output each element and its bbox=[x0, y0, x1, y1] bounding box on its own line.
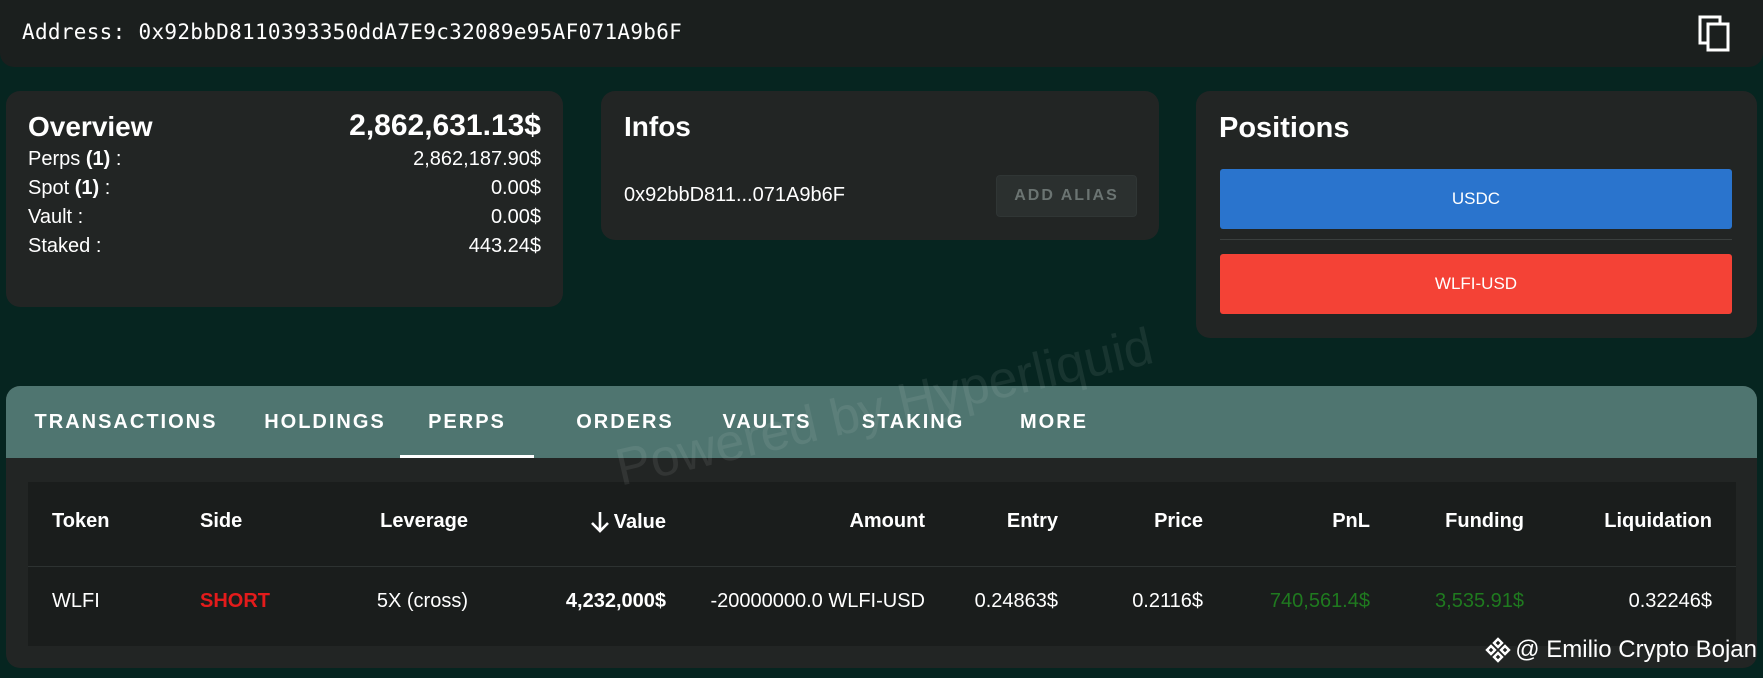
tab-orders[interactable]: ORDERS bbox=[552, 386, 698, 458]
positions-divider bbox=[1220, 239, 1732, 240]
cell-token: WLFI bbox=[52, 590, 100, 612]
add-alias-button[interactable]: ADD ALIAS bbox=[996, 175, 1137, 217]
overview-row-value: 443.24$ bbox=[468, 235, 541, 257]
overview-row-count: (1) bbox=[85, 148, 111, 170]
cell-price: 0.2116$ bbox=[1132, 590, 1203, 612]
col-header-entry[interactable]: Entry bbox=[1007, 510, 1058, 533]
overview-row-count: (1) bbox=[74, 177, 100, 199]
tabs-panel: TRANSACTIONS HOLDINGS PERPS ORDERS VAULT… bbox=[6, 386, 1757, 668]
overview-row-label: Staked : bbox=[28, 235, 102, 257]
arrow-down-icon bbox=[590, 512, 609, 533]
tab-staking[interactable]: STAKING bbox=[836, 386, 990, 458]
address-label: Address: bbox=[22, 20, 126, 44]
infos-title: Infos bbox=[624, 111, 691, 142]
cell-pnl: 740,561.4$ bbox=[1269, 590, 1370, 612]
cell-entry: 0.24863$ bbox=[974, 590, 1058, 612]
overview-card: Overview 2,862,631.13$ Perps (1) : 2,862… bbox=[6, 91, 563, 307]
address-value[interactable]: 0x92bbD8110393350ddA7E9c32089e95AF071A9b… bbox=[139, 20, 683, 44]
col-header-value[interactable]: Value bbox=[589, 510, 666, 534]
overview-total: 2,862,631.13$ bbox=[349, 109, 541, 142]
overview-title: Overview bbox=[28, 111, 153, 142]
col-header-pnl[interactable]: PnL bbox=[1332, 510, 1370, 533]
cell-amount: -20000000.0 WLFI-USD bbox=[710, 590, 925, 612]
overview-row-staked: Staked : 443.24$ bbox=[28, 235, 541, 265]
address-text: Address: 0x92bbD8110393350ddA7E9c32089e9… bbox=[22, 20, 682, 44]
tab-holdings[interactable]: HOLDINGS bbox=[244, 386, 406, 458]
diamond-logo-icon bbox=[1485, 637, 1511, 663]
author-credit: @ Emilio Crypto Bojan bbox=[1485, 636, 1757, 664]
copy-icon[interactable] bbox=[1698, 15, 1732, 53]
overview-row-label: Spot bbox=[28, 177, 70, 199]
infos-card: Infos 0x92bbD811...071A9b6F ADD ALIAS bbox=[601, 91, 1159, 240]
tab-transactions[interactable]: TRANSACTIONS bbox=[14, 386, 238, 458]
overview-row-spot: Spot (1) : 0.00$ bbox=[28, 177, 541, 199]
active-tab-indicator bbox=[400, 455, 534, 458]
cell-side: SHORT bbox=[200, 590, 270, 612]
overview-row-value: 0.00$ bbox=[490, 206, 541, 228]
infos-short-address: 0x92bbD811...071A9b6F bbox=[624, 184, 845, 206]
perps-table: Token Side Leverage Value Amount Entry P… bbox=[28, 482, 1736, 646]
overview-row-value: 0.00$ bbox=[490, 177, 541, 199]
cell-liquidation: 0.32246$ bbox=[1628, 590, 1712, 612]
positions-title: Positions bbox=[1219, 112, 1350, 144]
tab-perps[interactable]: PERPS bbox=[400, 386, 534, 458]
overview-row-vault: Vault : 0.00$ bbox=[28, 206, 541, 236]
col-header-amount[interactable]: Amount bbox=[849, 510, 925, 533]
col-header-price[interactable]: Price bbox=[1154, 510, 1203, 533]
overview-row-label: Vault : bbox=[28, 206, 84, 228]
author-credit-text: @ Emilio Crypto Bojan bbox=[1515, 636, 1757, 663]
address-bar: Address: 0x92bbD8110393350ddA7E9c32089e9… bbox=[0, 0, 1763, 67]
col-header-token[interactable]: Token bbox=[52, 510, 109, 533]
col-header-funding[interactable]: Funding bbox=[1445, 510, 1524, 533]
overview-row-label: Perps bbox=[28, 148, 81, 170]
cell-funding: 3,535.91$ bbox=[1435, 590, 1524, 612]
table-header-divider bbox=[28, 566, 1736, 567]
tab-more[interactable]: MORE bbox=[992, 386, 1116, 458]
tab-bar: TRANSACTIONS HOLDINGS PERPS ORDERS VAULT… bbox=[6, 386, 1757, 458]
position-wlfi-usd-button[interactable]: WLFI-USD bbox=[1220, 254, 1732, 314]
col-header-liquidation[interactable]: Liquidation bbox=[1604, 510, 1712, 533]
cell-value: 4,232,000$ bbox=[565, 590, 666, 612]
overview-row-perps: Perps (1) : 2,862,187.90$ bbox=[28, 148, 541, 170]
col-header-side[interactable]: Side bbox=[200, 510, 242, 533]
overview-row-value: 2,862,187.90$ bbox=[413, 148, 541, 170]
positions-card: Positions USDC WLFI-USD bbox=[1196, 91, 1757, 338]
col-header-value-label: Value bbox=[613, 510, 666, 533]
tab-vaults[interactable]: VAULTS bbox=[700, 386, 834, 458]
col-header-leverage[interactable]: Leverage bbox=[380, 510, 468, 533]
position-usdc-button[interactable]: USDC bbox=[1220, 169, 1732, 229]
cell-leverage: 5X (cross) bbox=[376, 590, 468, 612]
